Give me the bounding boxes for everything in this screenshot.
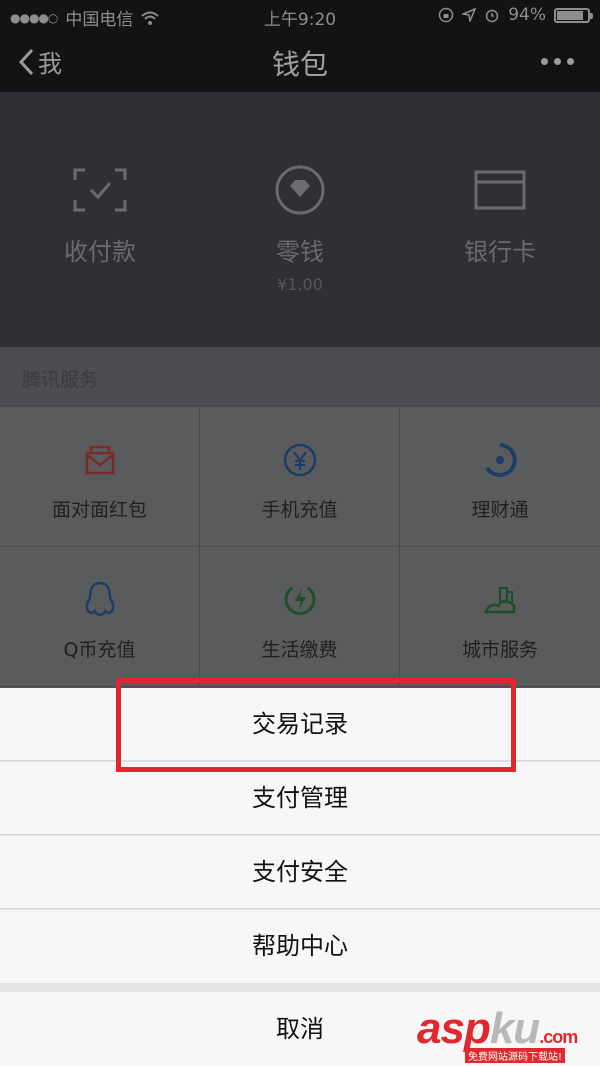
more-dot-icon xyxy=(567,58,574,65)
watermark-ku: ku xyxy=(489,1004,540,1053)
city-icon xyxy=(484,587,516,614)
bank-card-icon xyxy=(474,170,526,210)
balance-amount: ¥1.00 xyxy=(277,275,323,294)
more-button[interactable] xyxy=(541,58,574,65)
service-label: 手机充值 xyxy=(261,499,338,521)
more-dot-icon xyxy=(541,58,548,65)
service-label: Q币充值 xyxy=(63,639,136,661)
red-packet-icon xyxy=(85,445,114,475)
alarm-icon xyxy=(485,9,499,23)
service-label: 城市服务 xyxy=(461,639,538,661)
service-item-utilities[interactable]: 生活缴费 xyxy=(200,547,400,687)
nav-bar: 我 钱包 xyxy=(0,30,600,92)
service-item-q-coin[interactable]: Q币充值 xyxy=(0,547,200,687)
location-arrow-icon xyxy=(462,8,477,22)
wallet-item-bank-card[interactable]: 银行卡 xyxy=(400,162,600,267)
service-label: 面对面红包 xyxy=(51,499,147,521)
status-bar: ●●●●○ 中国电信 上午9:20 94% xyxy=(0,0,600,30)
more-dot-icon xyxy=(554,58,561,65)
sheet-item-payment-manage[interactable]: 支付管理 xyxy=(0,762,600,835)
sheet-item-transactions[interactable]: 交易记录 xyxy=(0,688,600,761)
change-diamond-icon xyxy=(275,165,325,215)
battery-icon xyxy=(554,7,593,23)
yuan-circle-icon xyxy=(283,443,316,477)
wallet-item-label: 收付款 xyxy=(64,238,136,266)
wallet-summary: 收付款 零钱 ¥1.00 银行卡 xyxy=(0,92,600,347)
service-label: 理财通 xyxy=(471,499,529,521)
section-header: 腾讯服务 xyxy=(0,347,600,407)
battery-percent: 94% xyxy=(508,5,546,25)
sheet-item-payment-security[interactable]: 支付安全 xyxy=(0,836,600,909)
wallet-item-label: 银行卡 xyxy=(464,238,536,266)
sheet-item-help-center[interactable]: 帮助中心 xyxy=(0,910,600,983)
watermark-tagline: 免费网站源码下载站! xyxy=(465,1048,566,1063)
wallet-item-label: 零钱 xyxy=(276,238,324,266)
service-item-phone-topup[interactable]: 手机充值 xyxy=(200,407,400,547)
bolt-icon xyxy=(284,586,315,615)
qq-penguin-icon xyxy=(85,581,114,616)
watermark-com: .com xyxy=(539,1027,578,1047)
watermark-logo: aspku.com 免费网站源码下载站! xyxy=(417,1004,592,1063)
service-item-city[interactable]: 城市服务 xyxy=(400,547,600,687)
wallet-item-collect-pay[interactable]: 收付款 xyxy=(0,162,200,267)
page-title: 钱包 xyxy=(271,48,328,81)
scan-qr-icon xyxy=(73,168,127,212)
service-item-red-packet[interactable]: 面对面红包 xyxy=(0,407,200,547)
service-label: 生活缴费 xyxy=(261,639,338,661)
watermark-asp: asp xyxy=(417,1004,491,1053)
lock-rotation-icon xyxy=(438,7,454,23)
wealth-icon xyxy=(485,443,517,477)
wallet-item-change[interactable]: 零钱 ¥1.00 xyxy=(200,162,400,294)
service-item-wealth[interactable]: 理财通 xyxy=(400,407,600,547)
